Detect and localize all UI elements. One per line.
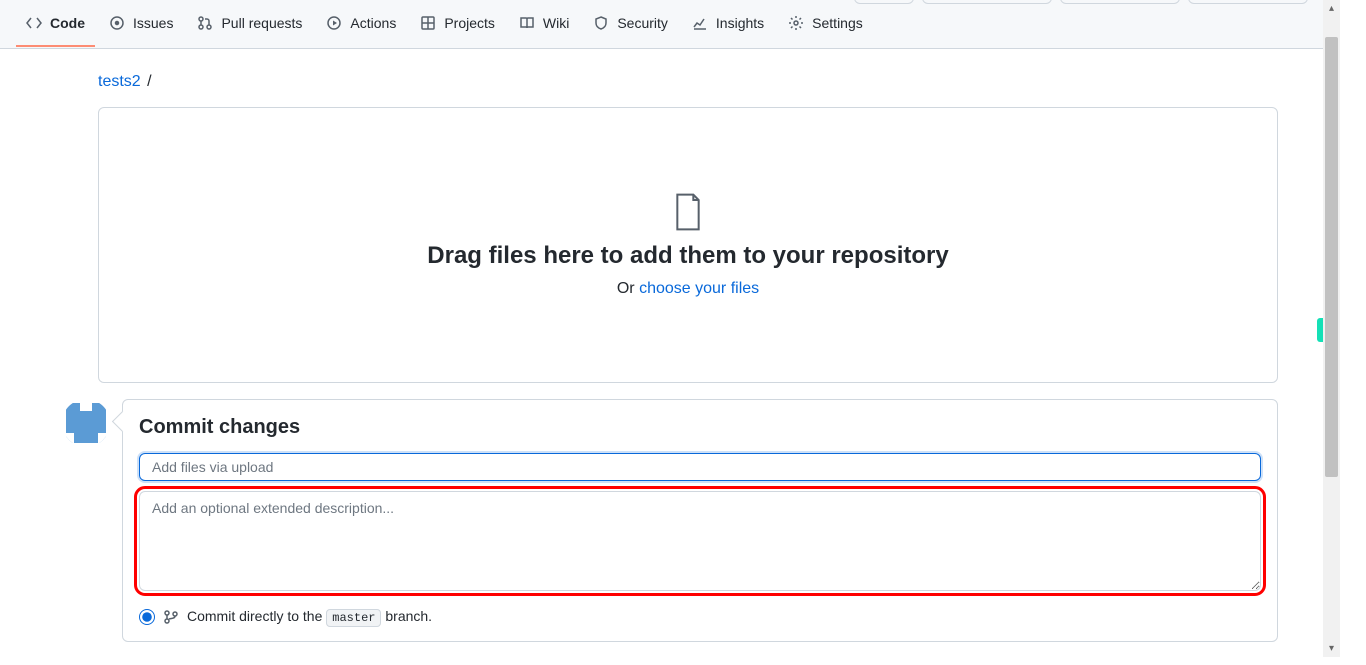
shield-icon — [593, 15, 609, 31]
scroll-thumb[interactable] — [1325, 37, 1338, 477]
breadcrumb: tests2 / — [62, 73, 1278, 91]
tab-projects[interactable]: Projects — [410, 1, 505, 47]
scroll-track[interactable] — [1323, 17, 1340, 640]
commit-description-input[interactable] — [139, 491, 1261, 591]
owner-link[interactable]: techsupervity — [32, 0, 150, 2]
scroll-down-arrow[interactable]: ▾ — [1323, 640, 1340, 657]
tab-issues[interactable]: Issues — [99, 1, 183, 47]
tab-label: Projects — [444, 15, 495, 31]
dropzone-title: Drag files here to add them to your repo… — [427, 242, 948, 270]
tab-label: Issues — [133, 15, 173, 31]
file-icon — [672, 192, 704, 232]
tab-code[interactable]: Code — [16, 1, 95, 47]
commit-message-input[interactable] — [139, 453, 1261, 481]
side-handle[interactable] — [1317, 318, 1323, 342]
tab-actions[interactable]: Actions — [316, 1, 406, 47]
tab-label: Pull requests — [221, 15, 302, 31]
user-avatar[interactable] — [62, 399, 110, 447]
commit-direct-option[interactable]: Commit directly to the master branch. — [139, 608, 1261, 625]
path-sep: / — [156, 0, 162, 2]
radio-label: Commit directly to the master branch. — [187, 608, 432, 625]
tab-label: Security — [617, 15, 668, 31]
vertical-scrollbar[interactable]: ▴ ▾ — [1323, 0, 1340, 657]
commit-heading: Commit changes — [139, 416, 1261, 439]
tab-label: Settings — [812, 15, 863, 31]
breadcrumb-root[interactable]: tests2 — [98, 73, 141, 90]
scroll-up-arrow[interactable]: ▴ — [1323, 0, 1340, 17]
repo-title: techsupervity / tests2 — [32, 0, 225, 2]
gear-icon — [788, 15, 804, 31]
tab-label: Insights — [716, 15, 764, 31]
dropzone-subtitle: Or choose your files — [617, 280, 759, 298]
play-icon — [326, 15, 342, 31]
branch-name: master — [326, 609, 381, 627]
pull-request-icon — [197, 15, 213, 31]
branch-icon — [163, 609, 179, 625]
breadcrumb-sep: / — [147, 73, 151, 90]
tab-label: Code — [50, 15, 85, 31]
file-dropzone[interactable]: Drag files here to add them to your repo… — [98, 107, 1278, 383]
tab-settings[interactable]: Settings — [778, 1, 873, 47]
tab-label: Actions — [350, 15, 396, 31]
book-icon — [519, 15, 535, 31]
fork-button[interactable] — [1060, 0, 1180, 4]
tab-insights[interactable]: Insights — [682, 1, 774, 47]
graph-icon — [692, 15, 708, 31]
pin-button[interactable] — [854, 0, 914, 4]
projects-icon — [420, 15, 436, 31]
tab-wiki[interactable]: Wiki — [509, 1, 579, 47]
tab-label: Wiki — [543, 15, 569, 31]
tab-pull-requests[interactable]: Pull requests — [187, 1, 312, 47]
code-icon — [26, 15, 42, 31]
tab-security[interactable]: Security — [583, 1, 678, 47]
commit-direct-radio[interactable] — [139, 609, 155, 625]
commit-form: Commit changes Commit directly to the ma… — [122, 399, 1278, 642]
choose-files-link[interactable]: choose your files — [639, 280, 759, 297]
star-button[interactable] — [1188, 0, 1308, 4]
repo-tabs: Code Issues Pull requests Actions Projec… — [0, 0, 1340, 48]
repo-action-bar — [854, 0, 1308, 4]
watch-button[interactable] — [922, 0, 1052, 4]
repo-name-link[interactable]: tests2 — [167, 0, 225, 2]
issue-icon — [109, 15, 125, 31]
